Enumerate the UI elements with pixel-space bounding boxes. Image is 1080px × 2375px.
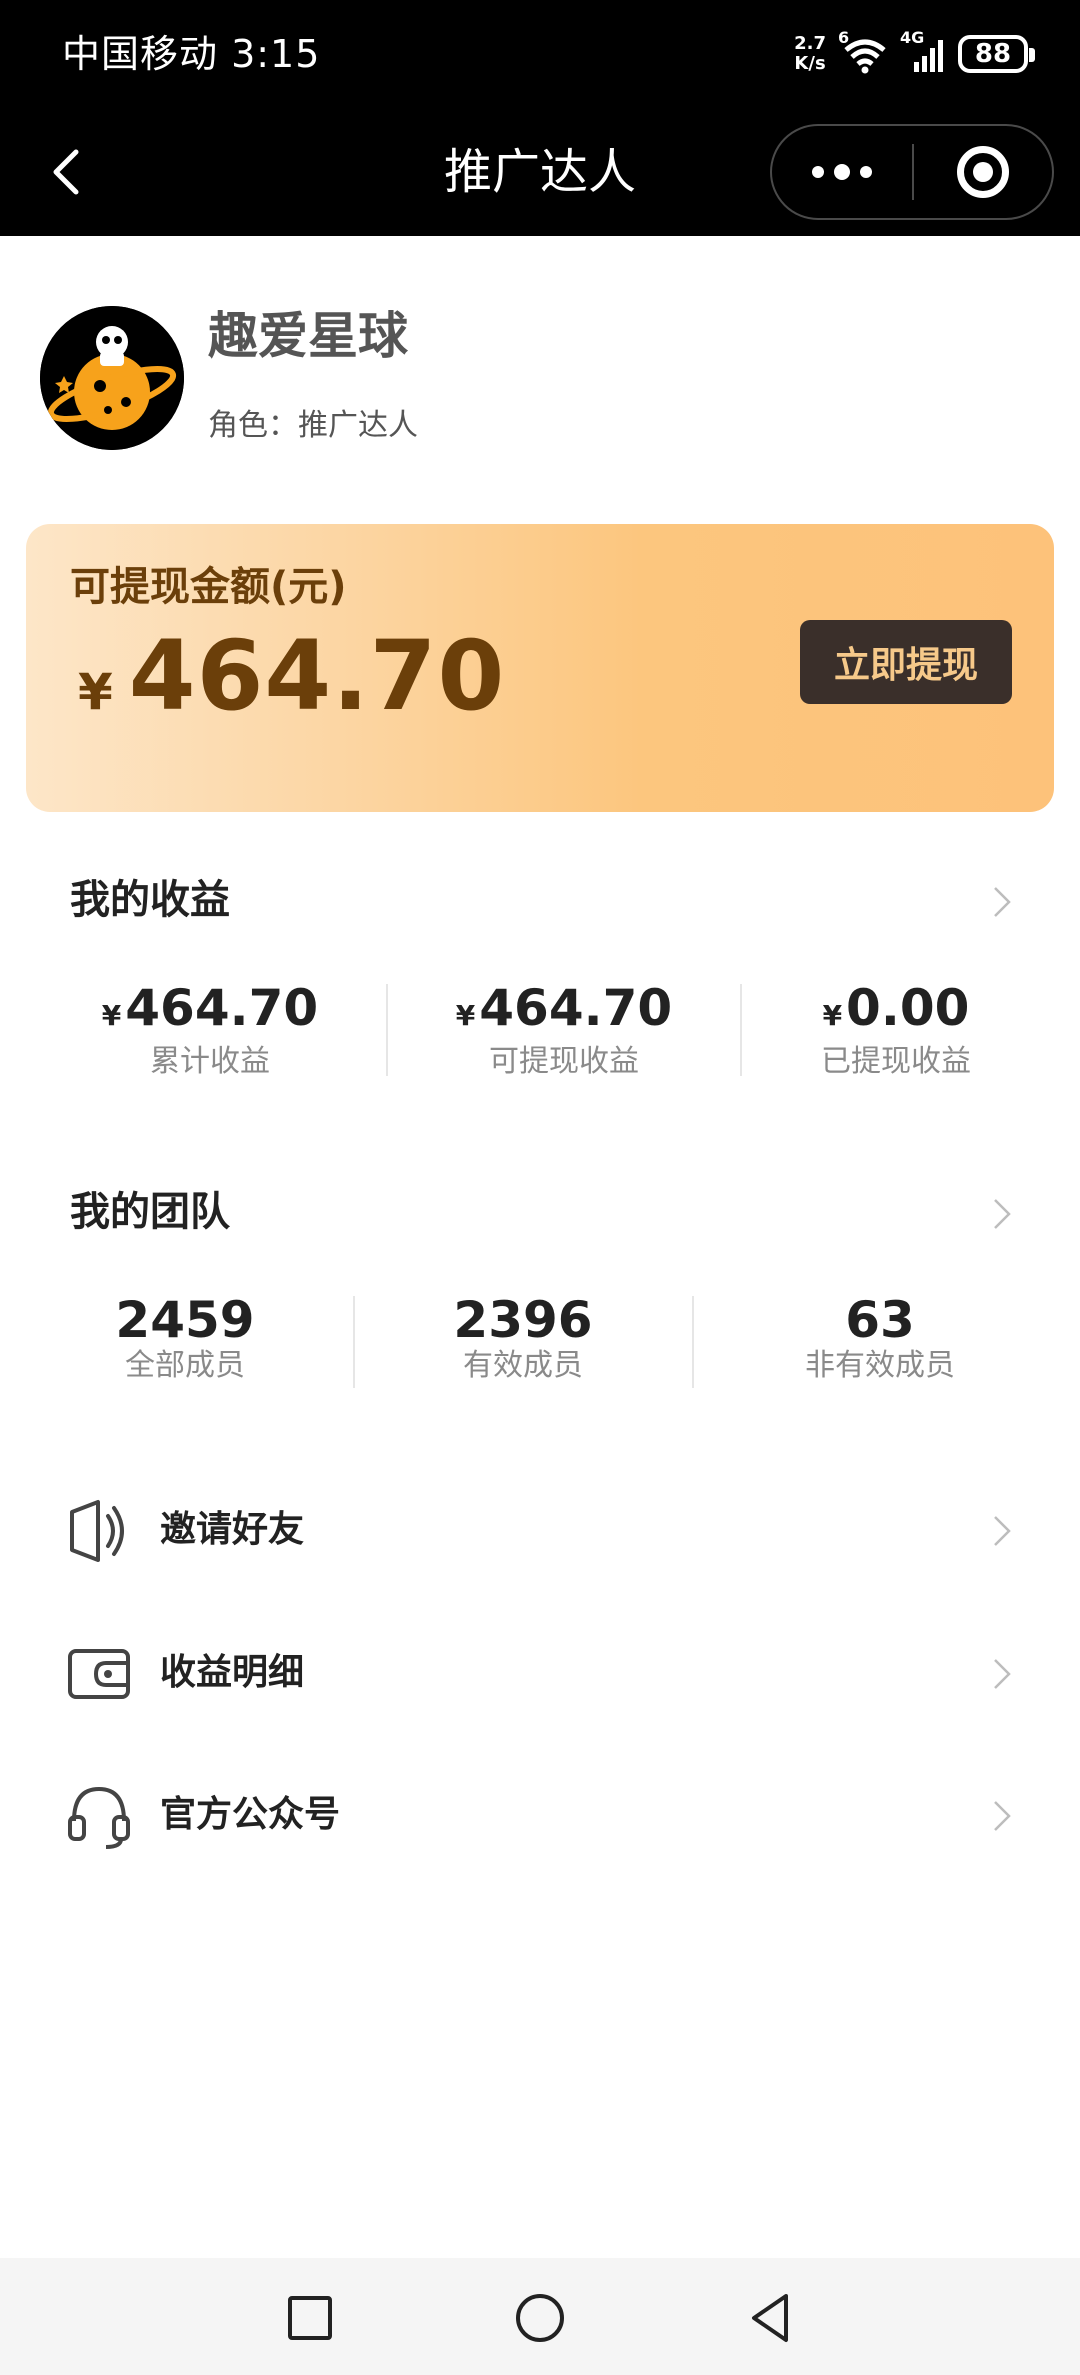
back-nav-button[interactable] [740, 2288, 800, 2348]
earnings-title: 我的收益 [70, 877, 230, 923]
nav-bar: 推广达人 [0, 108, 1080, 236]
mini-program-capsule [770, 124, 1054, 220]
megaphone-icon [70, 1500, 124, 1562]
menu-label: 官方公众号 [160, 1794, 341, 1835]
planet-logo-icon [40, 306, 184, 450]
stat-label: 全部成员 [125, 1348, 245, 1383]
stat-number: 2396 [453, 1291, 593, 1349]
stat-number: 464.70 [479, 979, 673, 1037]
team-stats: 2459 全部成员 2396 有效成员 63 非有效成员 [0, 1292, 1080, 1392]
balance-card: 可提现金额(元) ¥ 464.70 立即提现 [26, 524, 1054, 812]
stat-label: 非有效成员 [805, 1348, 955, 1383]
currency-symbol: ¥ [78, 663, 113, 721]
team-stat-invalid: 63 非有效成员 [760, 1292, 1000, 1392]
stat-divider [353, 1296, 355, 1388]
stat-divider [740, 984, 742, 1076]
profile-role: 角色：推广达人 [208, 408, 418, 443]
menu-label: 收益明细 [160, 1652, 305, 1693]
chevron-right-icon [994, 1801, 1011, 1831]
balance-label: 可提现金额(元) [70, 564, 347, 610]
team-stat-valid: 2396 有效成员 [408, 1292, 638, 1392]
menu-item-official-account[interactable]: 官方公众号 [0, 1761, 1080, 1871]
stat-number: 0.00 [846, 979, 970, 1037]
stat-label: 可提现收益 [489, 1044, 639, 1079]
chevron-right-icon [994, 887, 1011, 917]
chevron-right-icon [994, 1516, 1011, 1546]
wifi-tag: 6 [838, 28, 850, 47]
team-stat-all: 2459 全部成员 [70, 1292, 300, 1392]
avatar [40, 306, 184, 450]
network-speed: 2.7 K/s [794, 34, 826, 74]
earnings-stat-withdrawn: ¥0.00 已提现收益 [756, 980, 1036, 1080]
battery-icon: 88 [958, 35, 1035, 73]
stat-label: 累计收益 [150, 1044, 270, 1079]
stat-divider [386, 984, 388, 1076]
network-speed-value: 2.7 [794, 33, 826, 54]
currency-symbol: ¥ [822, 999, 843, 1032]
recent-apps-button[interactable] [280, 2288, 340, 2348]
menu-item-earnings-detail[interactable]: 收益明细 [0, 1619, 1080, 1729]
stat-number: 2459 [115, 1291, 255, 1349]
stat-value: ¥464.70 [70, 980, 350, 1044]
wifi-icon: 6 [838, 28, 888, 74]
target-icon [957, 146, 1009, 198]
earnings-stat-total: ¥464.70 累计收益 [70, 980, 350, 1080]
app-screen: 中国移动 3:15 2.7 K/s 6 4G 88 推广达人 趣爱星球 角色：推… [0, 0, 1080, 2375]
signal-tag: 4G [900, 28, 925, 47]
menu-label: 邀请好友 [160, 1509, 305, 1550]
chevron-right-icon [994, 1659, 1011, 1689]
stat-label: 有效成员 [463, 1348, 583, 1383]
profile-name: 趣爱星球 [208, 307, 408, 365]
stat-label: 已提现收益 [821, 1044, 971, 1079]
withdraw-button[interactable]: 立即提现 [800, 620, 1012, 704]
stat-value: ¥464.70 [424, 980, 704, 1044]
status-bar: 中国移动 3:15 2.7 K/s 6 4G 88 [0, 0, 1080, 108]
earnings-stats: ¥464.70 累计收益 ¥464.70 可提现收益 ¥0.00 已提现收益 [0, 980, 1080, 1080]
system-nav-bar [0, 2258, 1080, 2375]
status-icons: 2.7 K/s 6 4G 88 [794, 28, 1035, 80]
currency-symbol: ¥ [101, 999, 122, 1032]
balance-value: 464.70 [128, 620, 506, 732]
battery-level: 88 [974, 39, 1012, 69]
status-carrier-time: 中国移动 3:15 [62, 32, 321, 76]
team-title: 我的团队 [70, 1189, 230, 1235]
stat-number: 63 [845, 1291, 915, 1349]
home-button[interactable] [510, 2288, 570, 2348]
more-dot-icon [834, 164, 850, 180]
chevron-right-icon [994, 1199, 1011, 1229]
earnings-stat-withdrawable: ¥464.70 可提现收益 [424, 980, 704, 1080]
network-speed-unit: K/s [794, 53, 826, 74]
menu-item-invite-friends[interactable]: 邀请好友 [0, 1476, 1080, 1586]
stat-number: 464.70 [125, 979, 319, 1037]
close-miniprogram-button[interactable] [914, 126, 1052, 218]
target-icon-dot [973, 162, 993, 182]
balance-amount: ¥ 464.70 [78, 620, 505, 732]
currency-symbol: ¥ [455, 999, 476, 1032]
stat-divider [692, 1296, 694, 1388]
more-dot-icon [812, 166, 824, 178]
stat-value: ¥0.00 [756, 980, 1036, 1044]
more-dot-icon [860, 166, 872, 178]
signal-icon: 4G [900, 28, 946, 74]
more-button[interactable] [772, 126, 912, 218]
wallet-icon [68, 1649, 130, 1699]
headset-icon [68, 1786, 130, 1849]
